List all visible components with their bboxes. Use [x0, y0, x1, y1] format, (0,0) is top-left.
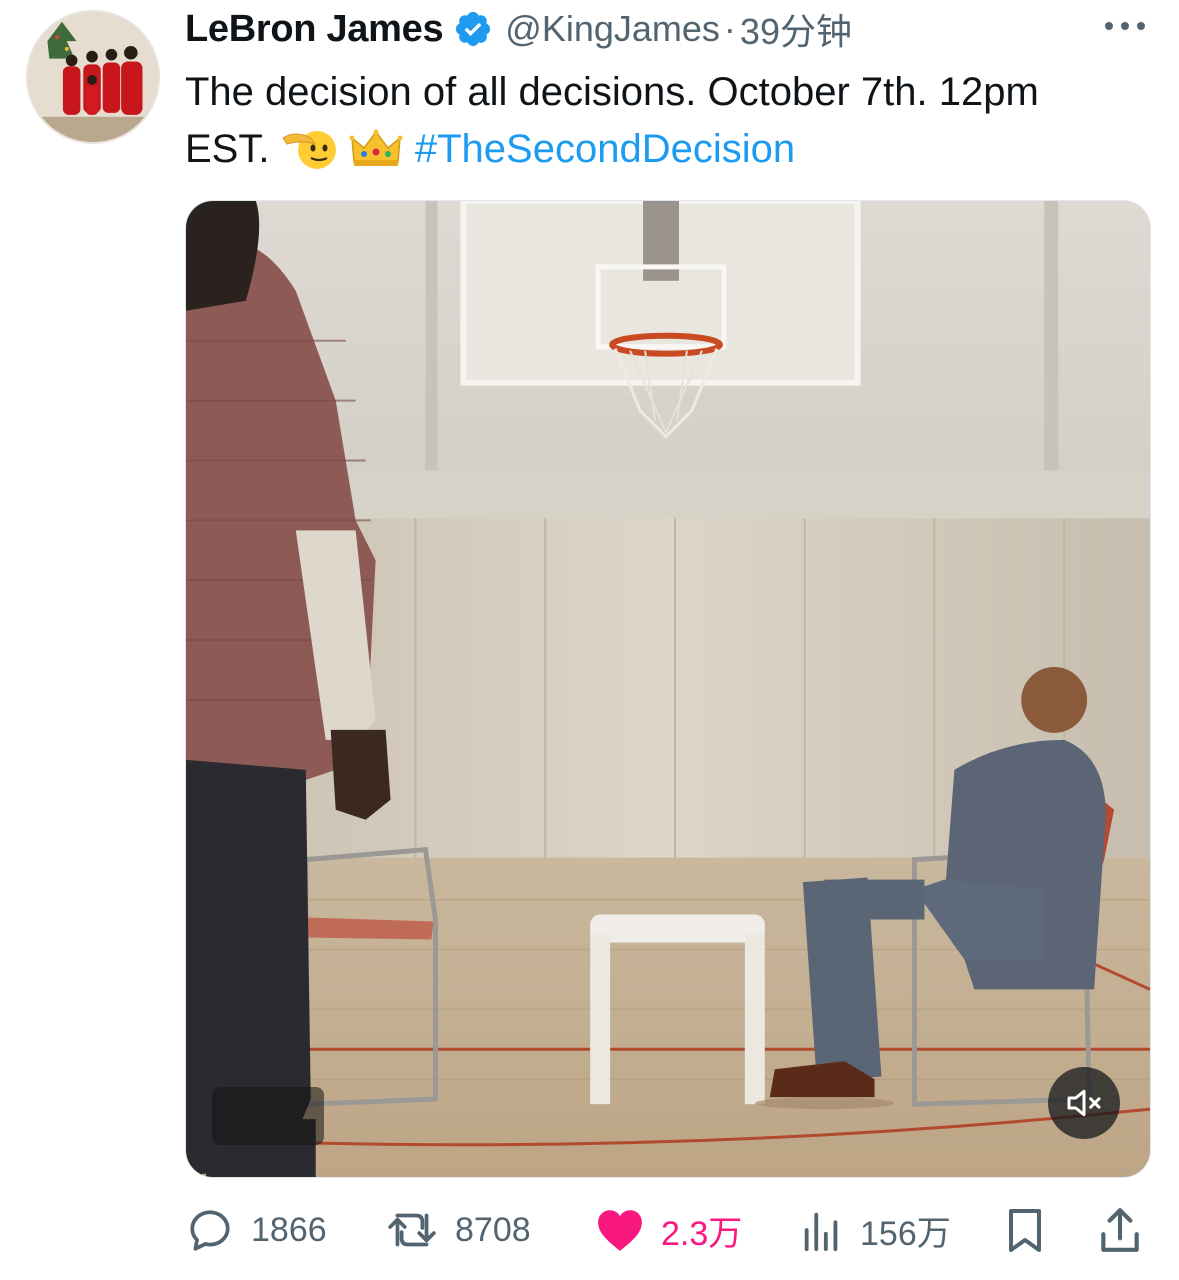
separator-dot: ·: [723, 8, 736, 49]
saluting-face-icon: [281, 131, 336, 169]
verified-badge-icon: [456, 11, 491, 47]
tweet-video[interactable]: [185, 200, 1151, 1178]
more-options-icon[interactable]: [1101, 14, 1149, 38]
video-overlay-box: [212, 1087, 324, 1145]
share-button[interactable]: [1097, 1200, 1143, 1260]
bookmark-button[interactable]: [1003, 1200, 1047, 1260]
crown-icon: [349, 129, 403, 166]
tweet-text-line2: EST.: [185, 127, 270, 171]
views-button[interactable]: 156万: [800, 1200, 951, 1260]
author-name[interactable]: LeBron James: [185, 8, 444, 51]
mute-icon: [1067, 1089, 1101, 1117]
avatar-image: [28, 12, 158, 142]
retweet-button[interactable]: 8708: [385, 1200, 531, 1260]
video-frame: [186, 201, 1150, 1177]
author-avatar[interactable]: [26, 10, 160, 144]
post-time[interactable]: 39分钟: [740, 3, 852, 55]
like-button[interactable]: 2.3万: [595, 1200, 742, 1260]
hashtag-link[interactable]: #TheSecondDecision: [415, 127, 795, 171]
share-icon: [1101, 1208, 1139, 1252]
tweet-text: The decision of all decisions. October 7…: [185, 64, 1160, 178]
bookmark-icon: [1009, 1209, 1041, 1252]
mute-toggle-button[interactable]: [1048, 1067, 1120, 1139]
like-count: 2.3万: [661, 1214, 743, 1253]
tweet-actions-bar: 1866 8708 2.3万 156万: [185, 1200, 1151, 1260]
retweet-icon: [388, 1213, 436, 1247]
author-handle[interactable]: @KingJames: [505, 8, 720, 50]
retweet-count: 8708: [455, 1210, 531, 1249]
tweet-text-line1: The decision of all decisions. October 7…: [185, 70, 1039, 114]
heart-filled-icon: [598, 1210, 642, 1251]
reply-button[interactable]: 1866: [185, 1200, 327, 1260]
views-chart-icon: [804, 1212, 838, 1252]
tweet-header: LeBron James @KingJames · 39分钟: [185, 5, 852, 53]
reply-icon: [190, 1210, 230, 1251]
views-count: 156万: [860, 1214, 951, 1253]
reply-count: 1866: [251, 1210, 327, 1249]
